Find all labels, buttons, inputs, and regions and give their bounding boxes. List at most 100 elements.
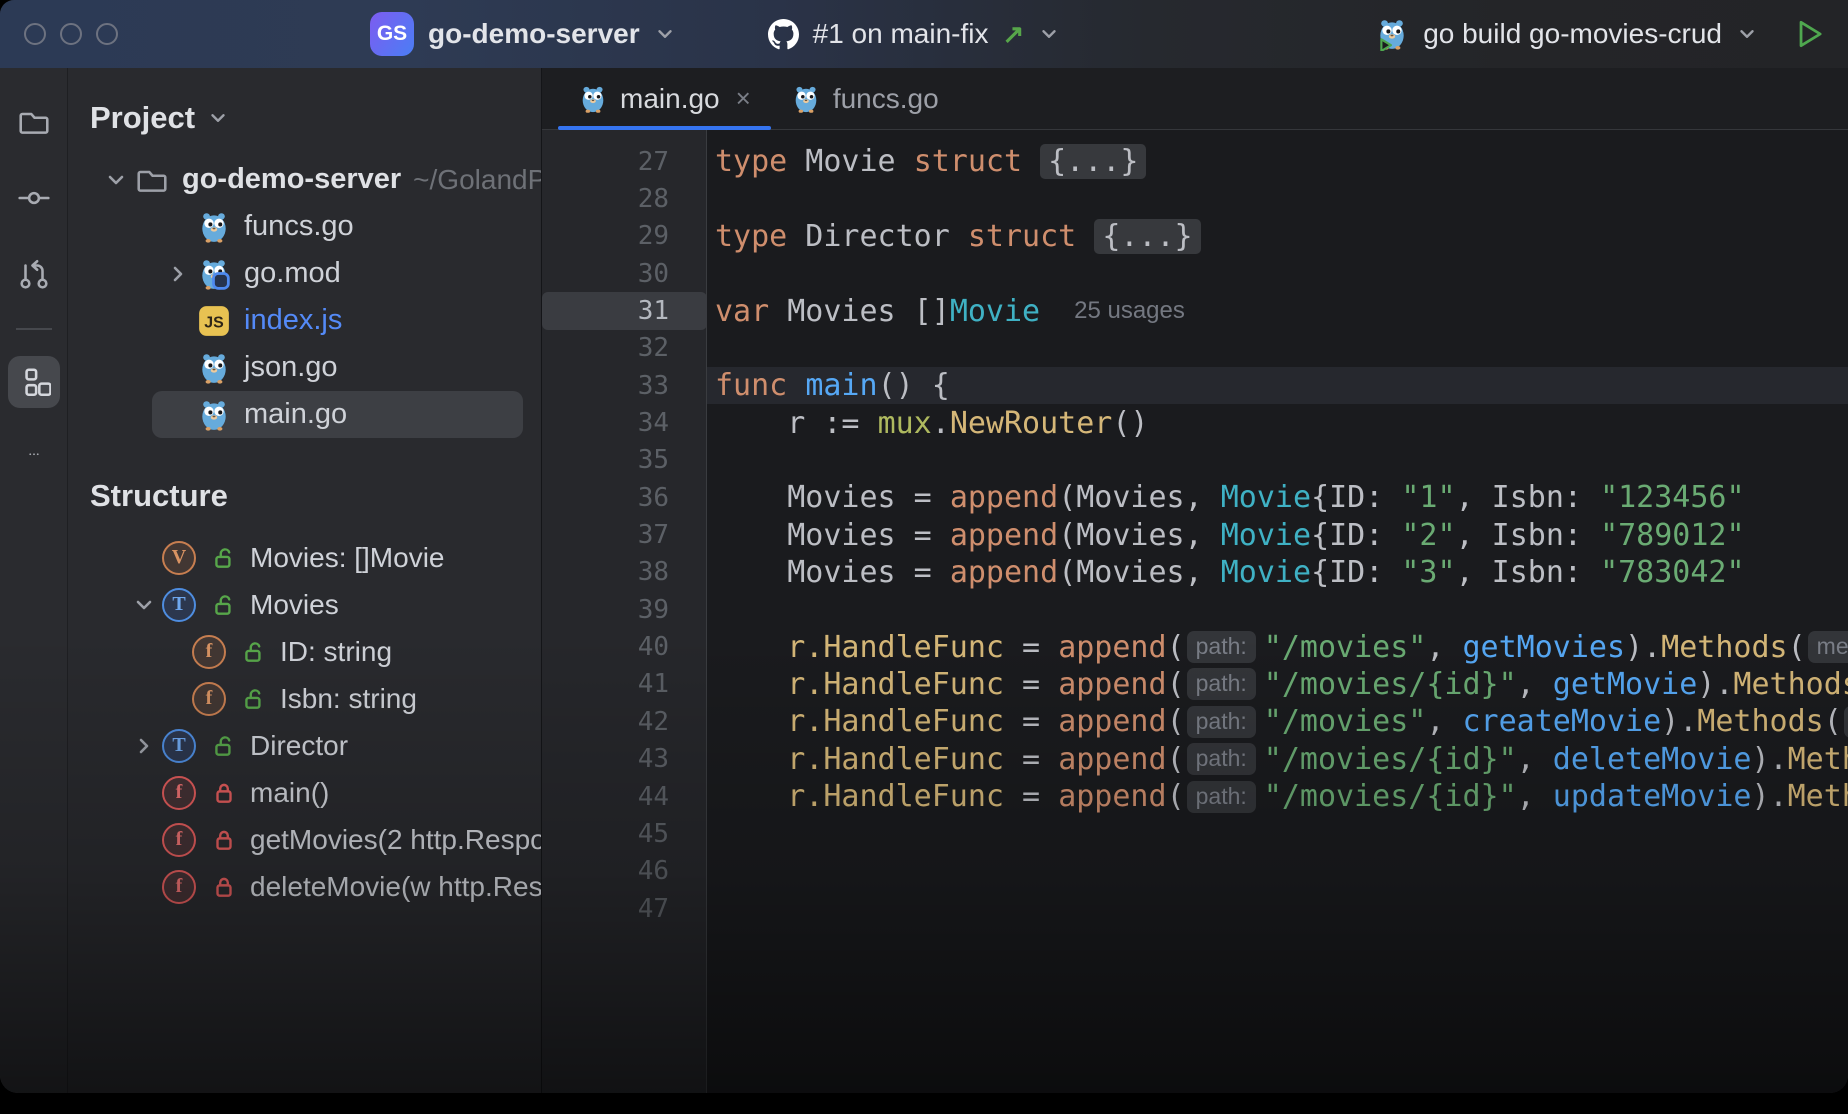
close-window-button[interactable] xyxy=(24,23,46,45)
code-line[interactable]: 41 r.HandleFunc = append(path:"/movies/{… xyxy=(542,666,1848,703)
tab-main-go[interactable]: main.go × xyxy=(558,68,771,129)
code-line[interactable]: 47 xyxy=(542,890,1848,927)
code-editor[interactable]: 27type Movie struct {...}2829type Direct… xyxy=(542,130,1848,1093)
structure-item[interactable]: fID: string xyxy=(68,628,541,675)
code-line[interactable]: 36 Movies = append(Movies, Movie{ID: "1"… xyxy=(542,479,1848,516)
project-tree-item[interactable]: json.go xyxy=(68,344,541,391)
pull-requests-tool-button[interactable] xyxy=(8,248,60,300)
code-text xyxy=(707,180,1848,217)
code-token: = xyxy=(1004,779,1058,814)
project-tree-item[interactable]: JSindex.js xyxy=(68,297,541,344)
more-icon xyxy=(17,452,51,464)
code-token: Movies = xyxy=(715,555,950,590)
project-widget[interactable]: GS go-demo-server xyxy=(370,12,676,56)
project-tool-button[interactable] xyxy=(8,96,60,148)
line-number[interactable]: 43 xyxy=(542,741,707,778)
run-button[interactable] xyxy=(1792,17,1826,51)
code-token: append xyxy=(1058,779,1166,814)
line-number[interactable]: 28 xyxy=(542,180,707,217)
folded-region[interactable]: {...} xyxy=(1094,219,1200,254)
run-config-widget[interactable]: go build go-movies-crud xyxy=(1375,17,1758,51)
code-line[interactable]: 38 Movies = append(Movies, Movie{ID: "3"… xyxy=(542,554,1848,591)
structure-item[interactable]: TDirector xyxy=(68,722,541,769)
chevron-right-icon[interactable] xyxy=(160,262,196,286)
line-number[interactable]: 35 xyxy=(542,442,707,479)
line-number[interactable]: 42 xyxy=(542,703,707,740)
usages-hint[interactable]: 25 usages xyxy=(1074,297,1185,325)
project-tree-item[interactable]: main.go xyxy=(152,391,523,438)
line-number[interactable]: 39 xyxy=(542,591,707,628)
project-tree-item[interactable]: go-demo-server~/GolandProjects/ xyxy=(68,156,541,203)
vcs-widget[interactable]: #1 on main-fix ↗ xyxy=(768,18,1061,50)
code-token: = xyxy=(1004,742,1058,777)
code-line[interactable]: 37 Movies = append(Movies, Movie{ID: "2"… xyxy=(542,516,1848,553)
line-number[interactable]: 47 xyxy=(542,890,707,927)
line-number[interactable]: 34 xyxy=(542,404,707,441)
code-line[interactable]: 34 r := mux.NewRouter() xyxy=(542,404,1848,441)
line-number[interactable]: 33 xyxy=(542,367,707,404)
minimize-window-button[interactable] xyxy=(60,23,82,45)
line-number[interactable]: 45 xyxy=(542,815,707,852)
code-line[interactable]: 27type Movie struct {...} xyxy=(542,143,1848,180)
code-line[interactable]: 44 r.HandleFunc = append(path:"/movies/{… xyxy=(542,778,1848,815)
tab-funcs-go[interactable]: funcs.go xyxy=(771,68,959,129)
code-line[interactable]: 32 xyxy=(542,330,1848,367)
line-number[interactable]: 30 xyxy=(542,255,707,292)
code-token: append xyxy=(1058,742,1166,777)
code-line[interactable]: 40 r.HandleFunc = append(path:"/movies",… xyxy=(542,628,1848,665)
chevron-down-icon[interactable] xyxy=(98,168,134,192)
structure-item[interactable]: fmain() xyxy=(68,769,541,816)
code-token: NewRouter xyxy=(950,406,1113,441)
line-number[interactable]: 44 xyxy=(542,778,707,815)
code-line[interactable]: 39 xyxy=(542,591,1848,628)
project-tree-item[interactable]: go.mod xyxy=(68,250,541,297)
line-number[interactable]: 32 xyxy=(542,330,707,367)
code-line[interactable]: 45 xyxy=(542,815,1848,852)
code-token: append xyxy=(1058,667,1166,702)
code-token: ( xyxy=(1167,667,1185,702)
line-number[interactable]: 27 xyxy=(542,143,707,180)
lock-open-icon xyxy=(206,733,242,759)
structure-item[interactable]: fgetMovies(2 http.ResponseWrite xyxy=(68,816,541,863)
line-number[interactable]: 38 xyxy=(542,554,707,591)
lock-closed-icon xyxy=(206,827,242,853)
folded-region[interactable]: {...} xyxy=(1040,144,1146,179)
code-text xyxy=(707,255,1848,292)
code-line[interactable]: 30 xyxy=(542,255,1848,292)
line-number[interactable]: 37 xyxy=(542,516,707,553)
structure-item[interactable]: TMovies xyxy=(68,581,541,628)
code-line[interactable]: 31var Movies []Movie25 usages xyxy=(542,292,1848,329)
structure-item[interactable]: fIsbn: string xyxy=(68,675,541,722)
structure-tool-button[interactable] xyxy=(8,356,60,408)
line-number[interactable]: 29 xyxy=(542,218,707,255)
line-number[interactable]: 46 xyxy=(542,853,707,890)
project-tree-item[interactable]: funcs.go xyxy=(68,203,541,250)
project-panel-header[interactable]: Project xyxy=(68,68,541,146)
code-text xyxy=(707,442,1848,479)
line-number[interactable]: 41 xyxy=(542,666,707,703)
code-line[interactable]: 42 r.HandleFunc = append(path:"/movies",… xyxy=(542,703,1848,740)
commit-tool-button[interactable] xyxy=(8,172,60,224)
close-icon[interactable]: × xyxy=(736,83,751,114)
line-number[interactable]: 36 xyxy=(542,479,707,516)
zoom-window-button[interactable] xyxy=(96,23,118,45)
more-tool-windows-button[interactable] xyxy=(8,432,60,484)
structure-item[interactable]: VMovies: []Movie xyxy=(68,534,541,581)
gopher-module-icon xyxy=(196,256,232,292)
code-line[interactable]: 28 xyxy=(542,180,1848,217)
chevron-down-icon[interactable] xyxy=(126,593,162,617)
line-number[interactable]: 31 xyxy=(542,292,707,329)
code-text xyxy=(707,815,1848,852)
code-token: {ID: xyxy=(1311,518,1401,553)
run-config-label: go build go-movies-crud xyxy=(1423,18,1722,50)
structure-item[interactable]: fdeleteMovie(w http.ResponseWr xyxy=(68,863,541,910)
code-token: r.HandleFunc xyxy=(787,704,1004,739)
code-line[interactable]: 46 xyxy=(542,853,1848,890)
code-line[interactable]: 29type Director struct {...} xyxy=(542,218,1848,255)
code-line[interactable]: 33func main() { xyxy=(542,367,1848,404)
chevron-right-icon[interactable] xyxy=(126,734,162,758)
symbol-name: deleteMovie(w http.ResponseWr xyxy=(250,871,541,903)
code-line[interactable]: 43 r.HandleFunc = append(path:"/movies/{… xyxy=(542,741,1848,778)
code-line[interactable]: 35 xyxy=(542,442,1848,479)
line-number[interactable]: 40 xyxy=(542,628,707,665)
